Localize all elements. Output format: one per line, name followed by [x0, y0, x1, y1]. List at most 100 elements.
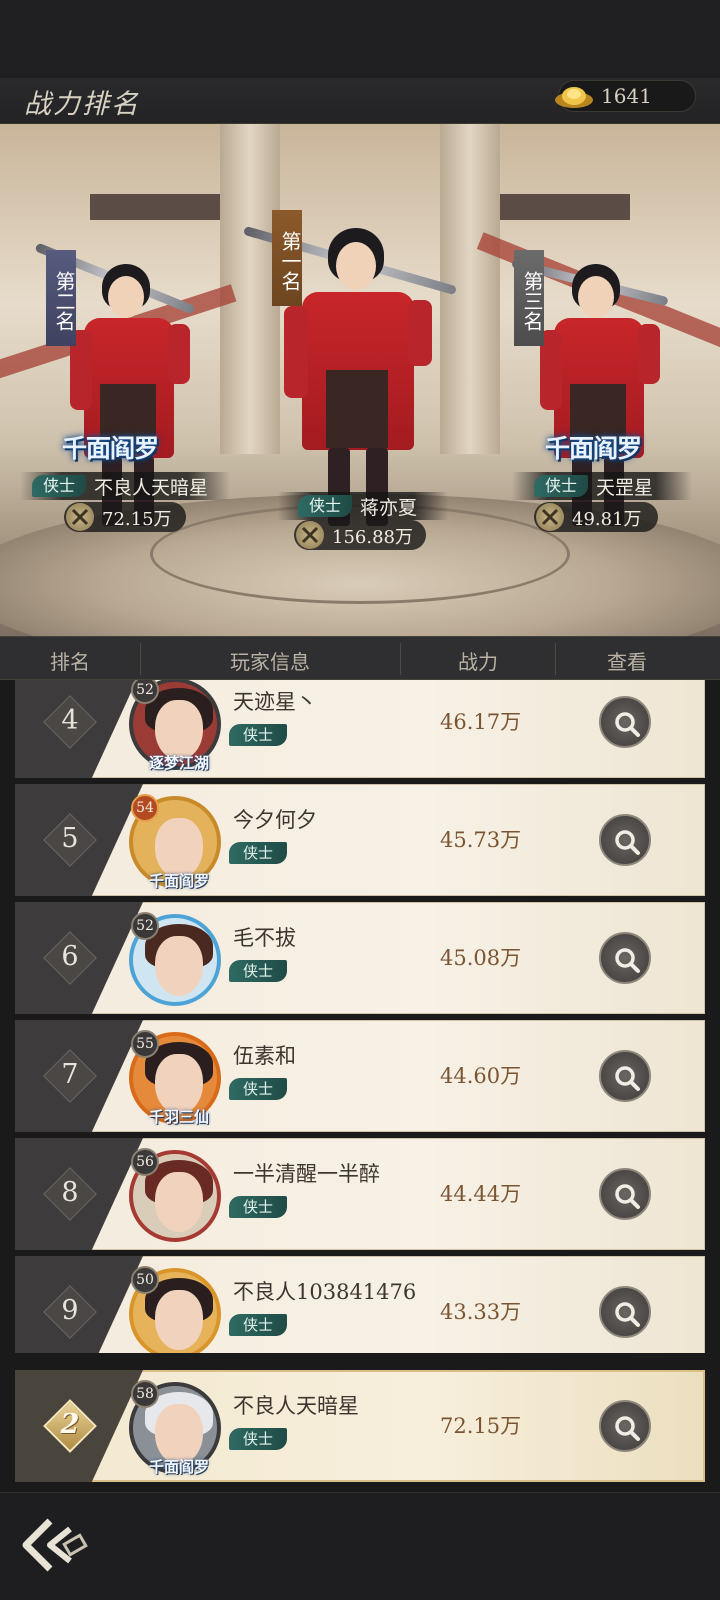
column-divider: [400, 643, 401, 675]
guild-logo-second: 千面阎罗: [62, 434, 159, 463]
rank-number: 8: [61, 1177, 79, 1208]
column-rank: 排名: [50, 650, 90, 674]
player-power: 44.60万: [440, 1064, 522, 1088]
player-name: 不良人103841476: [233, 1280, 417, 1304]
second-power: 72.15万: [102, 509, 172, 530]
rank-badge: 5: [37, 807, 103, 873]
first-power: 156.88万: [332, 527, 413, 548]
player-power: 45.08万: [440, 946, 522, 970]
level-badge: 52: [131, 912, 159, 940]
arm: [168, 324, 190, 384]
avatar-frame-tag: 千面阎罗: [148, 1458, 209, 1476]
rank-number: 6: [61, 941, 79, 972]
rank-badge: 4: [37, 689, 103, 755]
avatar-frame-tag: 千羽三仙: [148, 1108, 209, 1126]
view-button[interactable]: [599, 932, 651, 984]
currency-display[interactable]: 1641: [555, 80, 696, 112]
table-row[interactable]: 9 50 不良人103841476 侠士 43.33万: [15, 1256, 705, 1353]
third-name-plate: 侠士 天罡星: [512, 472, 692, 500]
my-rank-number: 2: [60, 1409, 80, 1440]
class-badge: 侠士: [298, 495, 352, 517]
level-badge: 56: [131, 1148, 159, 1176]
table-row[interactable]: 6 52 毛不拔 侠士 45.08万: [15, 902, 705, 1014]
view-button[interactable]: [599, 1050, 651, 1102]
rank-badge: 8: [37, 1161, 103, 1227]
second-player-name: 不良人天暗星: [94, 477, 209, 499]
player-name: 天迹星丶: [233, 690, 317, 714]
level-badge: 58: [131, 1380, 159, 1408]
bottom-bar: [0, 1492, 720, 1600]
rank-number: 5: [61, 823, 79, 854]
class-badge: 侠士: [229, 1196, 287, 1218]
class-badge: 侠士: [229, 724, 287, 746]
third-power-plate: 49.81万: [534, 502, 658, 532]
page-title: 战力排名: [24, 89, 140, 120]
my-rank-row[interactable]: 2 58 千面阎罗 不良人天暗星 侠士 72.15万: [15, 1370, 705, 1482]
view-button[interactable]: [599, 1400, 651, 1452]
rank-badge: 7: [37, 1043, 103, 1109]
magnifier-icon: [615, 712, 640, 737]
rank-badge: 6: [37, 925, 103, 991]
class-badge: 侠士: [229, 960, 287, 982]
magnifier-icon: [615, 1302, 640, 1327]
view-button[interactable]: [599, 696, 651, 748]
pavilion-roof-left: [90, 194, 230, 220]
guild-logo-third: 千面阎罗: [545, 434, 642, 463]
class-badge: 侠士: [229, 1314, 287, 1336]
magnifier-icon: [615, 830, 640, 855]
first-player-name: 蒋亦夏: [360, 497, 418, 519]
table-row[interactable]: 5 54 千面阎罗 今夕何夕 侠士 45.73万: [15, 784, 705, 896]
rank-badge: 9: [37, 1279, 103, 1345]
view-button[interactable]: [599, 1286, 651, 1338]
class-badge: 侠士: [229, 1078, 287, 1100]
gold-ingot-icon: [555, 87, 593, 108]
page-header: 战力排名 1641: [0, 78, 720, 124]
currency-value: 1641: [601, 84, 652, 108]
crossed-swords-icon: [66, 503, 94, 531]
player-power: 45.73万: [440, 828, 522, 852]
first-name-plate: 侠士 蒋亦夏: [278, 492, 448, 520]
level-badge: 55: [131, 1030, 159, 1058]
table-row[interactable]: 8 56 一半清醒一半醉 侠士 44.44万: [15, 1138, 705, 1250]
column-player: 玩家信息: [230, 650, 310, 674]
rank-number: 4: [61, 705, 79, 736]
my-rank-badge: 2: [37, 1393, 103, 1459]
player-name: 伍素和: [233, 1044, 296, 1068]
ranking-list[interactable]: 4 52 逐梦江湖 天迹星丶 侠士 46.17万 5 54 千面阎罗 今夕何夕 …: [0, 680, 720, 1353]
table-row[interactable]: 7 55 千羽三仙 伍素和 侠士 44.60万: [15, 1020, 705, 1132]
third-player-name: 天罡星: [596, 477, 654, 499]
arm: [408, 300, 432, 366]
rank-flag-first: 第一名: [272, 210, 302, 306]
rank-flag-second: 第二名: [46, 250, 76, 346]
back-arrow-icon[interactable]: [14, 1509, 106, 1579]
second-power-plate: 72.15万: [64, 502, 186, 532]
head: [336, 242, 376, 290]
player-power: 46.17万: [440, 710, 522, 734]
player-name: 今夕何夕: [233, 808, 317, 832]
second-name-plate: 侠士 不良人天暗星: [20, 472, 230, 500]
magnifier-icon: [615, 1066, 640, 1091]
column-divider: [555, 643, 556, 675]
rank-number: 7: [61, 1059, 79, 1090]
column-view: 查看: [607, 650, 647, 674]
level-badge: 54: [131, 794, 159, 822]
view-button[interactable]: [599, 1168, 651, 1220]
table-row[interactable]: 4 52 逐梦江湖 天迹星丶 侠士 46.17万: [15, 680, 705, 778]
player-power: 72.15万: [440, 1414, 522, 1438]
column-power: 战力: [458, 650, 498, 674]
view-button[interactable]: [599, 814, 651, 866]
rank-number: 9: [61, 1295, 79, 1326]
ranking-column-header: 排名 玩家信息 战力 查看: [0, 636, 720, 680]
third-power: 49.81万: [572, 509, 642, 530]
player-power: 43.33万: [440, 1300, 522, 1324]
class-badge: 侠士: [534, 475, 588, 497]
class-badge: 侠士: [32, 475, 86, 497]
avatar-frame-tag: 逐梦江湖: [148, 754, 209, 772]
pavilion-roof-right: [490, 194, 630, 220]
status-area: [0, 0, 720, 78]
first-power-plate: 156.88万: [294, 520, 426, 550]
player-name: 一半清醒一半醉: [233, 1162, 380, 1186]
crossed-swords-icon: [536, 503, 564, 531]
level-badge: 50: [131, 1266, 159, 1294]
magnifier-icon: [615, 1416, 640, 1441]
